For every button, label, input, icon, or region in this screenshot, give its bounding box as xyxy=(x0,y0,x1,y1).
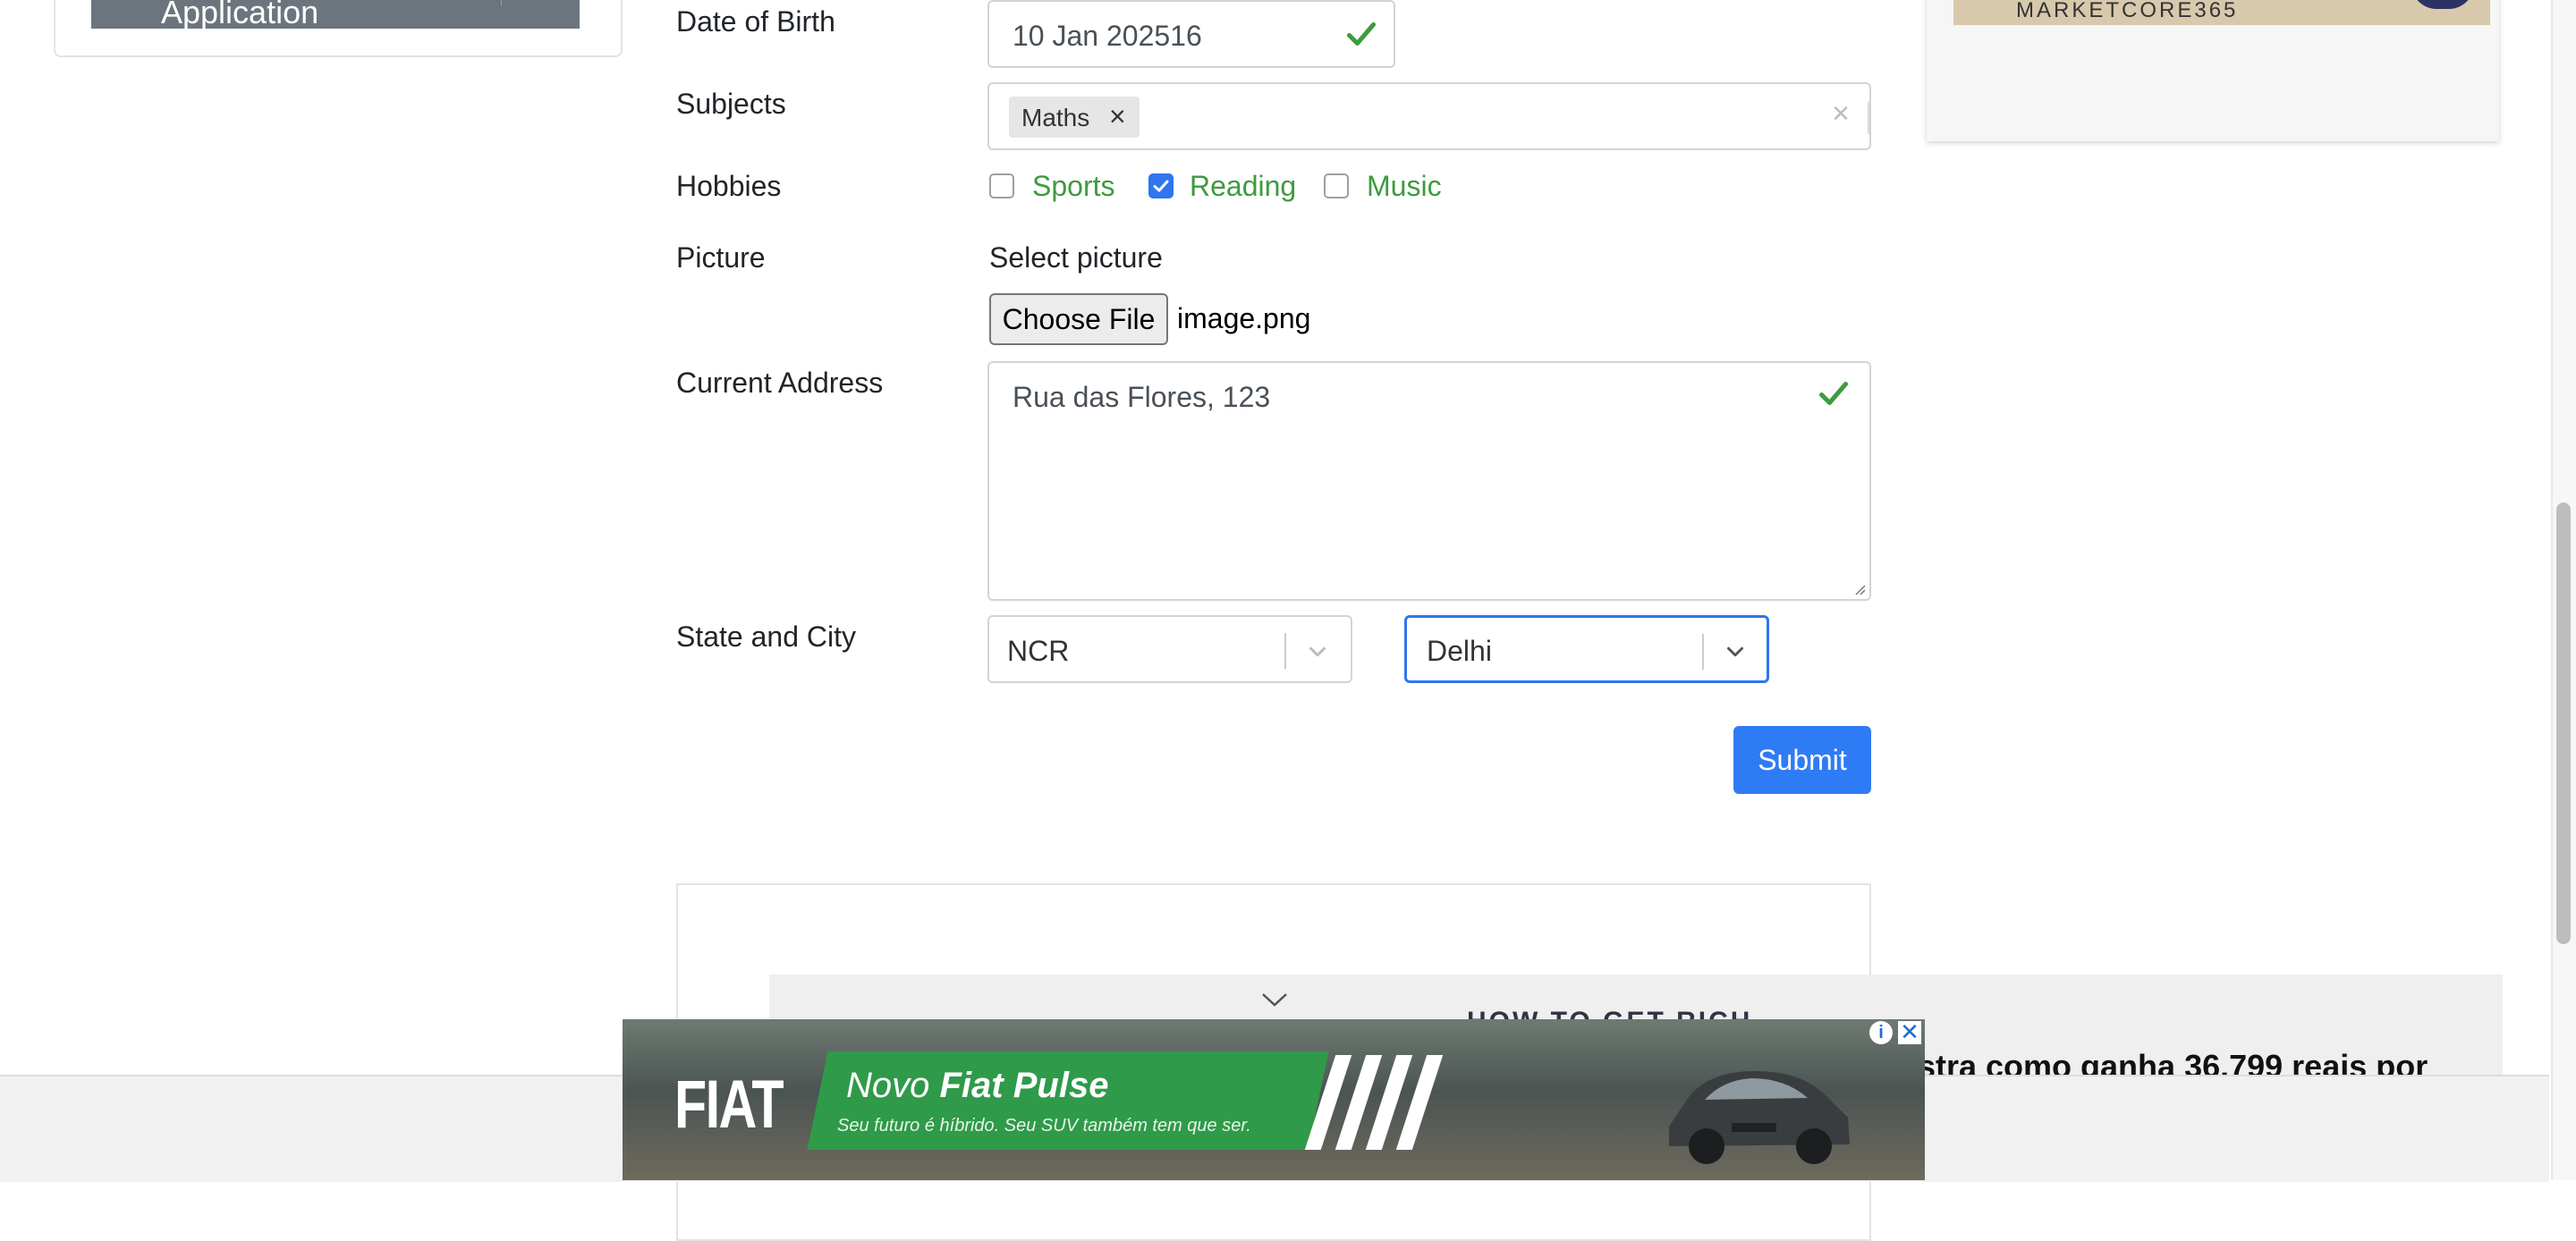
subjects-input[interactable]: Maths × × xyxy=(987,82,1871,150)
select-picture-label: Select picture xyxy=(989,241,1163,274)
ad-logo-mark xyxy=(2411,0,2474,9)
chevron-down-icon[interactable] xyxy=(1722,638,1749,665)
valid-check-icon xyxy=(1346,21,1377,46)
subjects-label: Subjects xyxy=(676,88,786,120)
ad-info-icon[interactable]: i xyxy=(1869,1021,1893,1044)
state-city-label: State and City xyxy=(676,620,856,653)
choose-file-button[interactable]: Choose File xyxy=(989,293,1168,345)
music-checkbox[interactable] xyxy=(1324,173,1349,198)
city-select[interactable]: Delhi xyxy=(1404,615,1769,683)
submit-button[interactable]: Submit xyxy=(1733,726,1871,794)
sports-label[interactable]: Sports xyxy=(1032,172,1114,200)
file-name: image.png xyxy=(1177,302,1311,334)
valid-check-icon xyxy=(1818,381,1849,406)
address-label: Current Address xyxy=(676,367,884,399)
reading-label[interactable]: Reading xyxy=(1190,172,1296,200)
music-label[interactable]: Music xyxy=(1367,172,1442,200)
address-textarea[interactable]: Rua das Flores, 123 xyxy=(987,361,1871,601)
dob-value: 10 Jan 202516 xyxy=(1013,20,1202,52)
picture-label: Picture xyxy=(676,241,766,274)
ad-close-icon[interactable]: ✕ xyxy=(1898,1020,1921,1044)
sports-checkbox[interactable] xyxy=(989,173,1014,198)
dob-label: Date of Birth xyxy=(676,5,835,38)
ad-subtitle: Seu futuro é híbrido. Seu SUV também tem… xyxy=(837,1116,1251,1135)
chevron-down-icon[interactable] xyxy=(1304,638,1331,665)
chevron-down-icon[interactable] xyxy=(1259,991,1290,1009)
scrollbar-thumb[interactable] xyxy=(2556,502,2571,944)
chip-remove-icon[interactable]: × xyxy=(1109,102,1126,131)
indicator-separator xyxy=(1284,633,1286,669)
ad-title: Novo Fiat Pulse xyxy=(846,1066,1108,1106)
car-image xyxy=(1669,1070,1850,1164)
subject-chip-label: Maths xyxy=(1021,104,1090,131)
ad-brand-band: MARKETCORE365 xyxy=(1953,0,2490,25)
ad-title-prefix: Novo xyxy=(846,1066,940,1105)
resize-handle-icon[interactable] xyxy=(1853,583,1866,595)
clear-all-icon[interactable]: × xyxy=(1832,98,1850,129)
fiat-ad-banner[interactable]: FIAT Novo Fiat Pulse Seu futuro é híbrid… xyxy=(623,1019,1925,1180)
dob-input[interactable]: 10 Jan 202516 xyxy=(987,0,1395,68)
address-value: Rua das Flores, 123 xyxy=(1013,381,1271,413)
sidebar-item-label: Application xyxy=(161,0,319,30)
state-value: NCR xyxy=(1007,635,1070,667)
subject-chip-maths: Maths × xyxy=(1009,97,1140,138)
indicator-separator xyxy=(1702,634,1704,670)
checkmark-icon xyxy=(1153,180,1169,192)
reading-checkbox[interactable] xyxy=(1148,173,1174,198)
fiat-logo: FIAT xyxy=(674,1067,784,1143)
right-ad-card[interactable]: MARKETCORE365 xyxy=(1927,0,2499,141)
sidebar-divider xyxy=(501,0,502,5)
ad-brand-text: MARKETCORE365 xyxy=(2016,0,2239,22)
indicator-separator xyxy=(1868,102,1869,134)
state-select[interactable]: NCR xyxy=(987,615,1352,683)
city-value: Delhi xyxy=(1427,635,1492,667)
ad-title-bold: Fiat Pulse xyxy=(939,1066,1109,1105)
sidebar-item-application[interactable]: Application xyxy=(91,0,580,29)
hobbies-label: Hobbies xyxy=(676,170,782,202)
